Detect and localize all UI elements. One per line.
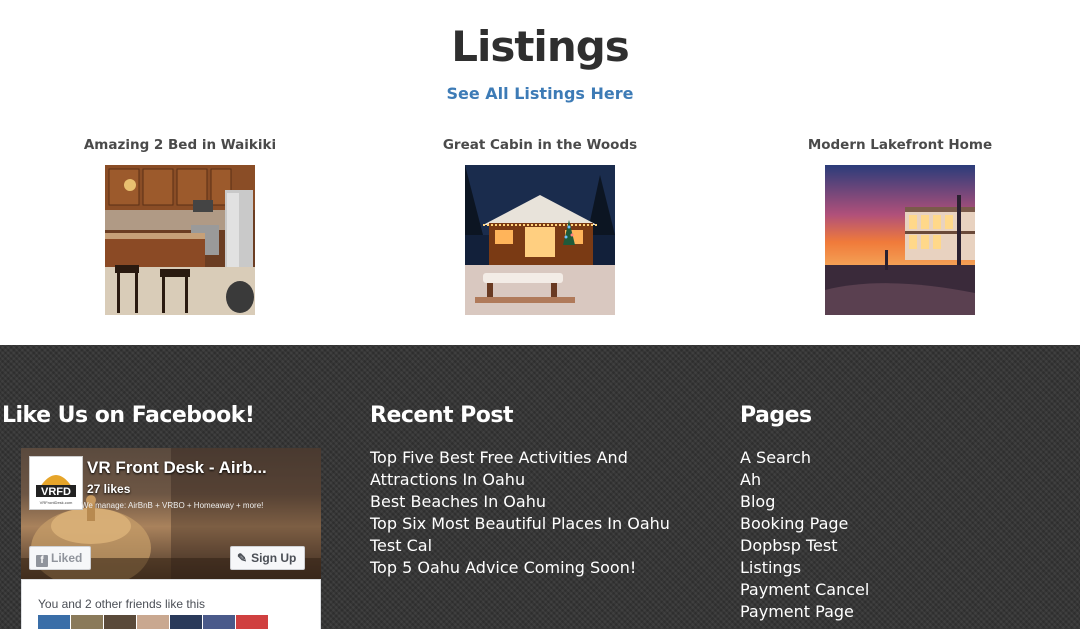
kitchen-photo[interactable] bbox=[105, 165, 255, 315]
recent-post-link[interactable]: Best Beaches In Oahu bbox=[370, 491, 705, 513]
page-link[interactable]: A Search bbox=[740, 447, 869, 469]
facebook-signup-label: Sign Up bbox=[251, 551, 297, 565]
pages-heading: Pages bbox=[740, 403, 812, 428]
page-link[interactable]: Listings bbox=[740, 557, 869, 579]
facebook-icon: f bbox=[36, 555, 48, 567]
svg-text:VRFD: VRFD bbox=[41, 486, 71, 498]
listing-title[interactable]: Amazing 2 Bed in Waikiki bbox=[0, 136, 360, 158]
recent-post-link[interactable]: Top Five Best Free Activities And Attrac… bbox=[370, 447, 705, 491]
recent-post-link[interactable]: Top 5 Oahu Advice Coming Soon! bbox=[370, 557, 705, 579]
recent-post-column: Recent Post Top Five Best Free Activitie… bbox=[370, 403, 705, 579]
avatar[interactable] bbox=[203, 615, 235, 629]
page-link[interactable]: Blog bbox=[740, 491, 869, 513]
svg-text:VRFrontDesk.com: VRFrontDesk.com bbox=[40, 500, 73, 505]
pencil-icon: ✎ bbox=[237, 551, 248, 565]
page-title: Listings bbox=[451, 22, 630, 71]
recent-post-heading: Recent Post bbox=[370, 403, 514, 428]
site-footer: Like Us on Facebook! VRFD VRFrontDesk.co… bbox=[0, 345, 1080, 629]
facebook-page-name[interactable]: VR Front Desk - Airb... bbox=[87, 458, 267, 478]
avatar[interactable] bbox=[38, 615, 70, 629]
page-link[interactable]: Booking Page bbox=[740, 513, 869, 535]
recent-post-list: Top Five Best Free Activities And Attrac… bbox=[370, 447, 705, 579]
facebook-page-widget: VRFD VRFrontDesk.com VR Front Desk - Air… bbox=[21, 448, 321, 629]
see-all-listings-link[interactable]: See All Listings Here bbox=[0, 84, 1080, 103]
avatar[interactable] bbox=[170, 615, 202, 629]
listing-card: Modern Lakefront Home bbox=[720, 136, 1080, 315]
pages-column: Pages A Search Ah Blog Booking Page Dopb… bbox=[740, 403, 869, 623]
avatar[interactable] bbox=[104, 615, 136, 629]
facebook-friends-panel: You and 2 other friends like this bbox=[21, 579, 321, 629]
avatar[interactable] bbox=[137, 615, 169, 629]
listings-section: Listings See All Listings Here Amazing 2… bbox=[0, 0, 1080, 345]
facebook-cover-photo[interactable]: VRFD VRFrontDesk.com VR Front Desk - Air… bbox=[21, 448, 321, 579]
facebook-friend-avatars bbox=[38, 615, 269, 629]
avatar[interactable] bbox=[236, 615, 268, 629]
page-link[interactable]: Payment Page bbox=[740, 601, 869, 623]
avatar[interactable] bbox=[71, 615, 103, 629]
facebook-like-count: 27 likes bbox=[87, 482, 131, 496]
facebook-signup-button[interactable]: ✎ Sign Up bbox=[230, 546, 306, 570]
pages-list: A Search Ah Blog Booking Page Dopbsp Tes… bbox=[740, 447, 869, 623]
page-link[interactable]: Payment Cancel bbox=[740, 579, 869, 601]
facebook-liked-button[interactable]: f Liked bbox=[29, 546, 92, 570]
facebook-tagline: We manage: AirBnB + VRBO + Homeaway + mo… bbox=[81, 501, 264, 510]
listing-title[interactable]: Great Cabin in the Woods bbox=[360, 136, 720, 158]
page-link[interactable]: Ah bbox=[740, 469, 869, 491]
recent-post-link[interactable]: Top Six Most Beautiful Places In Oahu bbox=[370, 513, 705, 535]
facebook-heading: Like Us on Facebook! bbox=[2, 403, 255, 428]
lakefront-sunset-photo[interactable] bbox=[825, 165, 975, 315]
listing-card: Amazing 2 Bed in Waikiki bbox=[0, 136, 360, 315]
facebook-liked-label: Liked bbox=[51, 551, 83, 565]
listing-card: Great Cabin in the Woods bbox=[360, 136, 720, 315]
recent-post-link[interactable]: Test Cal bbox=[370, 535, 705, 557]
page-link[interactable]: Dopbsp Test bbox=[740, 535, 869, 557]
facebook-friends-text: You and 2 other friends like this bbox=[38, 597, 205, 611]
vrfd-logo: VRFD VRFrontDesk.com bbox=[29, 456, 83, 510]
listing-title[interactable]: Modern Lakefront Home bbox=[720, 136, 1080, 158]
facebook-column: Like Us on Facebook! bbox=[2, 403, 255, 447]
snowy-cabin-photo[interactable] bbox=[465, 165, 615, 315]
